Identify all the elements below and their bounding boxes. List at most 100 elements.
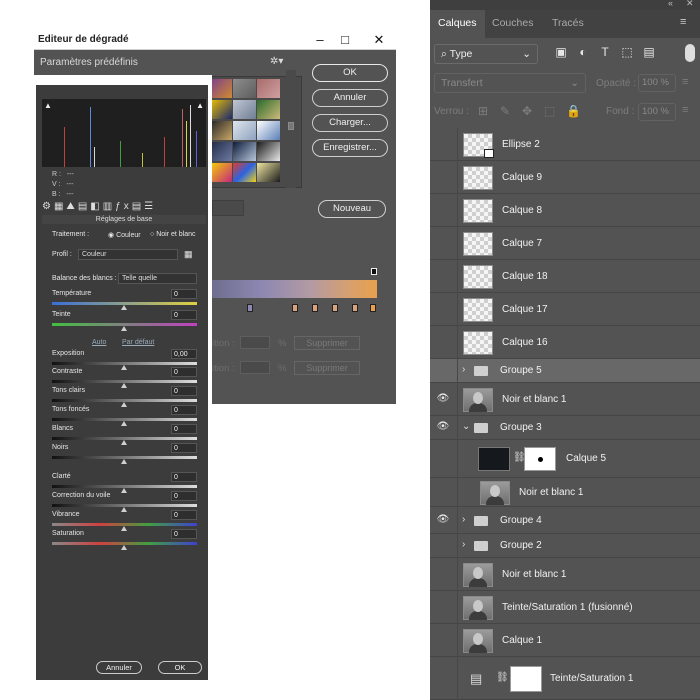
layer-name[interactable]: Groupe 5	[500, 365, 542, 376]
tab-paths[interactable]: Tracés	[544, 10, 592, 38]
layer-name[interactable]: Noir et blanc 1	[519, 487, 583, 498]
layer-name[interactable]: Noir et blanc 1	[502, 394, 566, 405]
preset-swatch[interactable]	[257, 163, 280, 182]
eye-icon[interactable]: 👁	[436, 393, 450, 407]
adjustment-filter-icon[interactable]: ◐	[576, 45, 590, 59]
preset-swatch[interactable]	[257, 121, 280, 140]
color-stop[interactable]	[292, 304, 298, 312]
layer-row[interactable]: 👁 ⌄ Groupe 3	[430, 416, 700, 440]
preset-swatch[interactable]	[209, 121, 232, 140]
preset-swatch[interactable]	[257, 79, 280, 98]
slider-value-field[interactable]: 0	[171, 472, 197, 482]
layer-row[interactable]: Ellipse 2	[430, 128, 700, 161]
auto-link[interactable]: Auto	[92, 339, 106, 346]
fill-menu-icon[interactable]: ≡	[682, 104, 688, 116]
scroll-thumb[interactable]	[288, 122, 294, 130]
color-stop[interactable]	[332, 304, 338, 312]
lock-artboard-icon[interactable]: ⬚	[544, 104, 555, 118]
slider-value-field[interactable]: 0,00	[171, 349, 197, 359]
slider-knob[interactable]	[121, 383, 127, 388]
layer-row[interactable]: Calque 16	[430, 326, 700, 359]
layer-row[interactable]: › Groupe 5	[430, 359, 700, 383]
layer-row[interactable]: Calque 17	[430, 293, 700, 326]
layer-name[interactable]: Groupe 2	[500, 540, 542, 551]
eye-icon[interactable]: 👁	[436, 514, 450, 528]
slider-knob[interactable]	[121, 507, 127, 512]
filter-type-select[interactable]: ⌕ Type ⌄	[434, 44, 538, 64]
lock-position-icon[interactable]: ✥	[522, 104, 532, 118]
close-panel-icon[interactable]: ✕	[686, 0, 694, 9]
fill-field[interactable]: 100 %	[638, 103, 676, 121]
layer-row[interactable]: Calque 8	[430, 194, 700, 227]
layer-row[interactable]: 👁 Noir et blanc 1	[430, 383, 700, 416]
smart-object-filter-icon[interactable]: ▤	[642, 45, 656, 59]
slider-value-field[interactable]: 0	[171, 529, 197, 539]
preset-swatch[interactable]	[233, 79, 256, 98]
profile-browser-icon[interactable]: ▦	[184, 249, 193, 260]
load-button[interactable]: Charger...	[312, 114, 388, 132]
stop-location-field-2[interactable]	[240, 361, 270, 374]
slider-knob[interactable]	[121, 488, 127, 493]
preset-swatch[interactable]	[209, 142, 232, 161]
layer-row[interactable]: Calque 1	[430, 624, 700, 657]
radio-color[interactable]: ◉ Couleur	[108, 231, 141, 239]
layer-row[interactable]: Noir et blanc 1	[430, 478, 700, 507]
opacity-field[interactable]: 100 %	[638, 74, 676, 92]
slider-knob[interactable]	[121, 305, 127, 310]
chevron-down-icon[interactable]: ⌄	[462, 421, 470, 432]
chevron-right-icon[interactable]: ›	[462, 539, 465, 550]
visibility-toggle[interactable]	[436, 539, 450, 553]
preset-swatch[interactable]	[257, 142, 280, 161]
gradient-name-field[interactable]	[212, 200, 244, 216]
slider-knob[interactable]	[121, 440, 127, 445]
color-stop[interactable]	[247, 304, 253, 312]
link-icon[interactable]: ⛓	[496, 672, 509, 683]
slider-value-field[interactable]: 0	[171, 310, 197, 320]
slider-value-field[interactable]: 0	[171, 289, 197, 299]
lock-transparency-icon[interactable]: ⊞	[478, 104, 488, 118]
slider-value-field[interactable]: 0	[171, 491, 197, 501]
layer-name[interactable]: Calque 7	[502, 238, 542, 249]
blend-mode-select[interactable]: Transfert ⌄	[434, 73, 586, 93]
preset-swatch[interactable]	[233, 163, 256, 182]
profile-dropdown[interactable]: Couleur	[78, 249, 178, 260]
text-filter-icon[interactable]: T	[598, 45, 612, 59]
layer-row[interactable]: ▤ ⛓ Teinte/Saturation 1	[430, 657, 700, 700]
clip-highlight-icon[interactable]: ▲	[196, 101, 204, 110]
gear-icon[interactable]: ✲▾	[270, 56, 283, 67]
slider-knob[interactable]	[121, 421, 127, 426]
ok-button[interactable]: OK	[158, 661, 202, 674]
slider-value-field[interactable]: 0	[171, 386, 197, 396]
visibility-toggle[interactable]	[436, 204, 450, 218]
layer-mask-thumbnail[interactable]	[524, 447, 556, 471]
layer-row[interactable]: Calque 18	[430, 260, 700, 293]
slider-value-field[interactable]: 0	[171, 405, 197, 415]
visibility-toggle[interactable]	[436, 336, 450, 350]
clip-shadow-icon[interactable]: ▲	[44, 101, 52, 110]
layer-name[interactable]: Noir et blanc 1	[502, 569, 566, 580]
tab-channels[interactable]: Couches	[484, 10, 541, 38]
preset-swatch[interactable]	[233, 121, 256, 140]
delete-stop-button[interactable]: Supprimer	[294, 336, 360, 350]
gradient-preview-bar[interactable]	[212, 280, 377, 298]
layer-name[interactable]: Calque 8	[502, 205, 542, 216]
layer-name[interactable]: Ellipse 2	[502, 139, 540, 150]
color-stop[interactable]	[352, 304, 358, 312]
layer-row[interactable]: ⛓ Calque 5	[430, 440, 700, 478]
layer-row[interactable]: Calque 9	[430, 161, 700, 194]
layer-row[interactable]: Teinte/Saturation 1 (fusionné)	[430, 591, 700, 624]
layer-name[interactable]: Teinte/Saturation 1 (fusionné)	[502, 602, 633, 613]
new-button[interactable]: Nouveau	[318, 200, 386, 218]
ok-button[interactable]: OK	[312, 64, 388, 82]
tab-layers[interactable]: Calques	[430, 10, 485, 38]
close-icon[interactable]: ✕	[371, 32, 387, 48]
layer-name[interactable]: Calque 16	[502, 337, 548, 348]
visibility-toggle[interactable]	[436, 452, 450, 466]
layer-name[interactable]: Calque 9	[502, 172, 542, 183]
color-stop[interactable]	[312, 304, 318, 312]
panel-tabs-toolbar[interactable]: ⚙▦⛰▤◧▥ƒx▤☰	[42, 201, 206, 213]
eye-icon[interactable]: 👁	[436, 421, 450, 435]
layer-row[interactable]: Calque 7	[430, 227, 700, 260]
slider-knob[interactable]	[121, 326, 127, 331]
filter-toggle[interactable]	[685, 44, 695, 62]
